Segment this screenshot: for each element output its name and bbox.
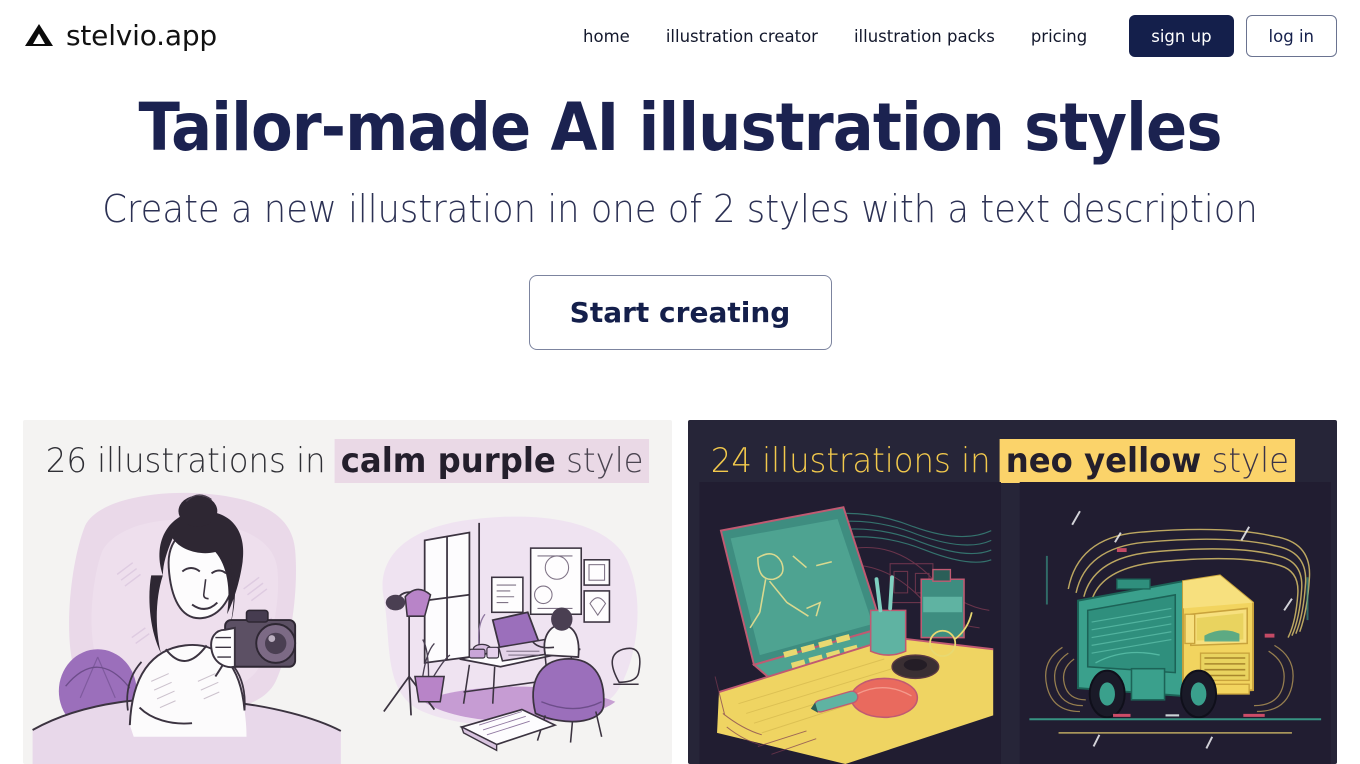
style-card-heading-calm-purple: 26 illustrations in calm purple style: [23, 420, 650, 483]
woman-with-camera-illustration[interactable]: [23, 482, 348, 764]
nav-item-illustration-packs[interactable]: illustration packs: [836, 27, 1013, 46]
style-name-highlight-calm-purple: calm purple style: [335, 439, 650, 483]
site-header: stelvio.app home illustration creator il…: [0, 0, 1360, 72]
style-suffix-calm-purple: style: [566, 441, 644, 481]
style-card-art-calm-purple: [23, 482, 672, 764]
brand-name: stelvio.app: [66, 19, 217, 52]
start-creating-button[interactable]: Start creating: [528, 274, 832, 350]
style-card-heading-neo-yellow: 24 illustrations in neo yellow style: [688, 420, 1305, 483]
triangle-mountain-icon: [25, 24, 53, 46]
delivery-truck-illustration[interactable]: [1013, 482, 1338, 764]
hero-cta-container: Start creating: [0, 274, 1360, 350]
style-name-neo-yellow: neo yellow: [1005, 441, 1202, 481]
nav-item-pricing[interactable]: pricing: [1013, 27, 1105, 46]
hero-subtitle: Create a new illustration in one of 2 st…: [102, 187, 1258, 232]
page-title: Tailor-made AI illustration styles: [138, 89, 1222, 166]
laptop-on-yellow-desk-illustration[interactable]: [688, 482, 1013, 764]
style-suffix-neo-yellow: style: [1211, 441, 1289, 481]
style-cards-section: 26 illustrations in calm purple style 24…: [0, 420, 1360, 764]
style-name-highlight-neo-yellow: neo yellow style: [1000, 439, 1295, 483]
illustration-count-calm-purple: 26 illustrations in: [45, 441, 326, 481]
style-card-neo-yellow[interactable]: 24 illustrations in neo yellow style: [688, 420, 1337, 764]
nav-item-illustration-creator[interactable]: illustration creator: [648, 27, 836, 46]
main-nav: home illustration creator illustration p…: [573, 15, 1337, 57]
style-name-calm-purple: calm purple: [340, 441, 556, 481]
hero-section: Tailor-made AI illustration styles Creat…: [0, 72, 1360, 350]
log-in-button[interactable]: log in: [1245, 15, 1337, 57]
style-card-art-neo-yellow: [688, 482, 1337, 764]
brand-logo[interactable]: stelvio.app: [22, 19, 217, 53]
illustration-count-neo-yellow: 24 illustrations in: [710, 441, 991, 481]
style-card-calm-purple[interactable]: 26 illustrations in calm purple style: [23, 420, 672, 764]
sign-up-button[interactable]: sign up: [1129, 15, 1234, 57]
home-office-workspace-illustration[interactable]: [348, 482, 673, 764]
nav-item-home[interactable]: home: [573, 27, 648, 46]
